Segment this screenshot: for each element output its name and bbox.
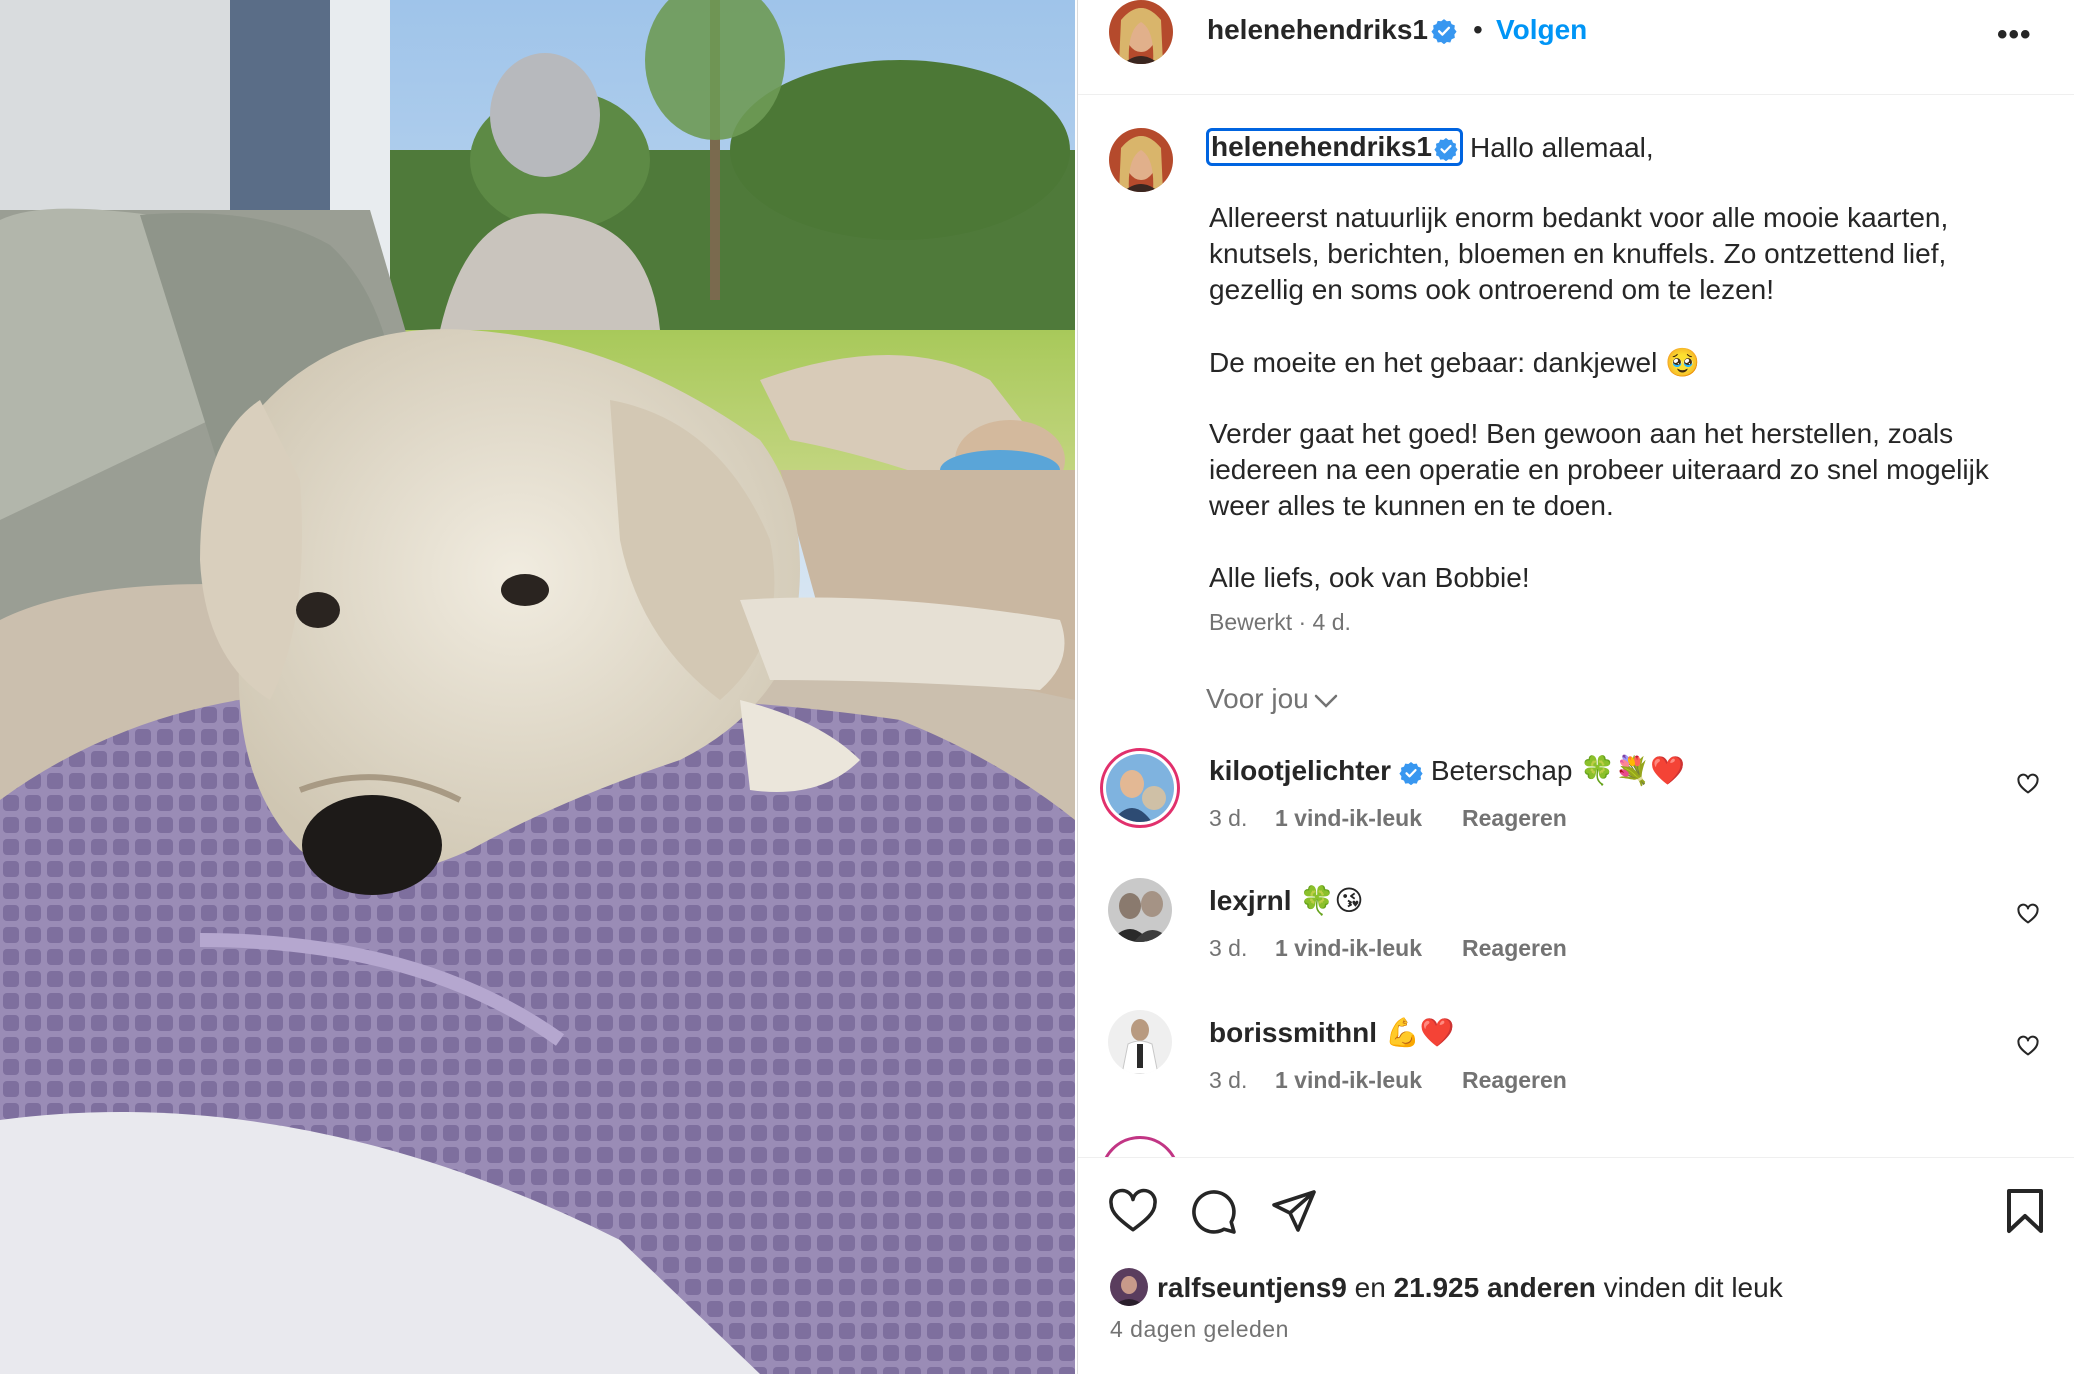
caption-edited-time: Bewerkt · 4 d.: [1209, 609, 1351, 635]
comment-time: 3 d.: [1209, 1067, 1248, 1093]
caption-author-avatar[interactable]: [1109, 128, 1173, 192]
comment-username[interactable]: lexjrnl 🍀😘: [1209, 884, 1364, 917]
header-separator: •: [1473, 14, 1483, 45]
caption-text-line: weer alles te kunnen en te doen.: [1209, 490, 1614, 521]
caption-text-line: Allereerst natuurlijk enorm bedankt voor…: [1209, 202, 1949, 233]
heart-icon[interactable]: [2016, 772, 2040, 801]
comment-time: 3 d.: [1209, 805, 1248, 831]
likes-suffix: vinden dit leuk: [1595, 1272, 1783, 1303]
likes-joiner: en: [1346, 1272, 1394, 1303]
comment-reply-button[interactable]: Reageren: [1462, 1067, 1567, 1094]
comment-reply-button[interactable]: Reageren: [1462, 805, 1567, 832]
comment-username[interactable]: kilootjelichter Beterschap 🍀💐❤️: [1209, 754, 1685, 787]
author-avatar[interactable]: [1109, 0, 1173, 64]
share-icon[interactable]: [1270, 1188, 1318, 1239]
comment-time: 3 d.: [1209, 935, 1248, 961]
comment-likes-count[interactable]: 1 vind-ik-leuk: [1275, 935, 1422, 962]
heart-icon[interactable]: [2016, 902, 2040, 931]
heart-icon[interactable]: [1108, 1188, 1158, 1239]
likes-text[interactable]: ralfseuntjens9 en 21.925 anderen vinden …: [1157, 1272, 1783, 1304]
comment-reply-button[interactable]: Reageren: [1462, 935, 1567, 962]
caption-text-line: Verder gaat het goed! Ben gewoon aan het…: [1209, 418, 1954, 449]
caption-text-line: De moeite en het gebaar: dankjewel 🥹: [1209, 347, 1700, 378]
more-icon[interactable]: •••: [1997, 18, 2032, 52]
comments-sort-label: Voor jou: [1206, 683, 1309, 714]
commenter-avatar[interactable]: [1100, 748, 1180, 828]
post-action-bar: ralfseuntjens9 en 21.925 anderen vinden …: [1078, 1157, 2074, 1374]
caption-author-username: helenehendriks1: [1211, 131, 1432, 162]
caption-text-line: knutsels, berichten, bloemen en knuffels…: [1209, 238, 1947, 269]
commenter-avatar[interactable]: [1108, 878, 1172, 942]
likes-count[interactable]: 21.925 anderen: [1394, 1272, 1596, 1303]
comment-likes-count[interactable]: 1 vind-ik-leuk: [1275, 805, 1422, 832]
liker-avatar[interactable]: [1110, 1268, 1148, 1306]
caption-text-line: iedereen na een operatie en probeer uite…: [1209, 454, 1989, 485]
comment-username[interactable]: borissmithnl 💪❤️: [1209, 1016, 1455, 1049]
caption-greeting: Hallo allemaal,: [1470, 132, 1654, 163]
verified-icon: [1431, 18, 1457, 44]
commenter-avatar[interactable]: [1108, 1010, 1172, 1074]
chevron-down-icon: [1314, 694, 1337, 708]
comment-item: borissmithnl 💪❤️ 3 d. 1 vind-ik-leuk Reag…: [1078, 1010, 2074, 1130]
author-username[interactable]: helenehendriks1: [1207, 14, 1428, 46]
verified-icon: [1399, 761, 1423, 785]
post-timestamp[interactable]: 4 dagen geleden: [1110, 1316, 1289, 1343]
post-photo[interactable]: [0, 0, 1075, 1374]
caption-text-line: gezellig en soms ook ontroerend om te le…: [1209, 274, 1774, 305]
comment-item: kilootjelichter Beterschap 🍀💐❤️ 3 d. 1 v…: [1078, 748, 2074, 868]
post-detail-panel: helenehendriks1 • Volgen ••• helenehendr…: [1077, 0, 2074, 1374]
liker-username[interactable]: ralfseuntjens9: [1157, 1272, 1347, 1303]
comment-username-text: lexjrnl: [1209, 885, 1292, 916]
comment-icon[interactable]: [1190, 1188, 1238, 1241]
commenter-avatar[interactable]: [1100, 1136, 1180, 1157]
comments-sort-toggle[interactable]: Voor jou: [1206, 683, 1339, 715]
caption-author-link[interactable]: helenehendriks1: [1206, 128, 1463, 166]
heart-icon[interactable]: [2016, 1034, 2040, 1063]
comment-text: 💪❤️: [1385, 1017, 1455, 1048]
caption-text-line: Alle liefs, ook van Bobbie!: [1209, 562, 1530, 593]
comment-likes-count[interactable]: 1 vind-ik-leuk: [1275, 1067, 1422, 1094]
verified-icon: [1434, 137, 1458, 161]
bookmark-icon[interactable]: [2005, 1188, 2045, 1239]
post-photo-image: [0, 0, 1075, 1374]
follow-button[interactable]: Volgen: [1496, 14, 1587, 46]
comment-text: Beterschap 🍀💐❤️: [1430, 755, 1685, 786]
post-header: helenehendriks1 • Volgen •••: [1078, 0, 2074, 95]
comment-item: lexjrnl 🍀😘 3 d. 1 vind-ik-leuk Reageren: [1078, 878, 2074, 998]
comment-username-text: borissmithnl: [1209, 1017, 1378, 1048]
comment-text: 🍀😘: [1299, 885, 1364, 916]
comment-username-text: kilootjelichter: [1209, 755, 1392, 786]
comments-list[interactable]: helenehendriks1 Hallo allemaal, Allereer…: [1078, 96, 2074, 1157]
